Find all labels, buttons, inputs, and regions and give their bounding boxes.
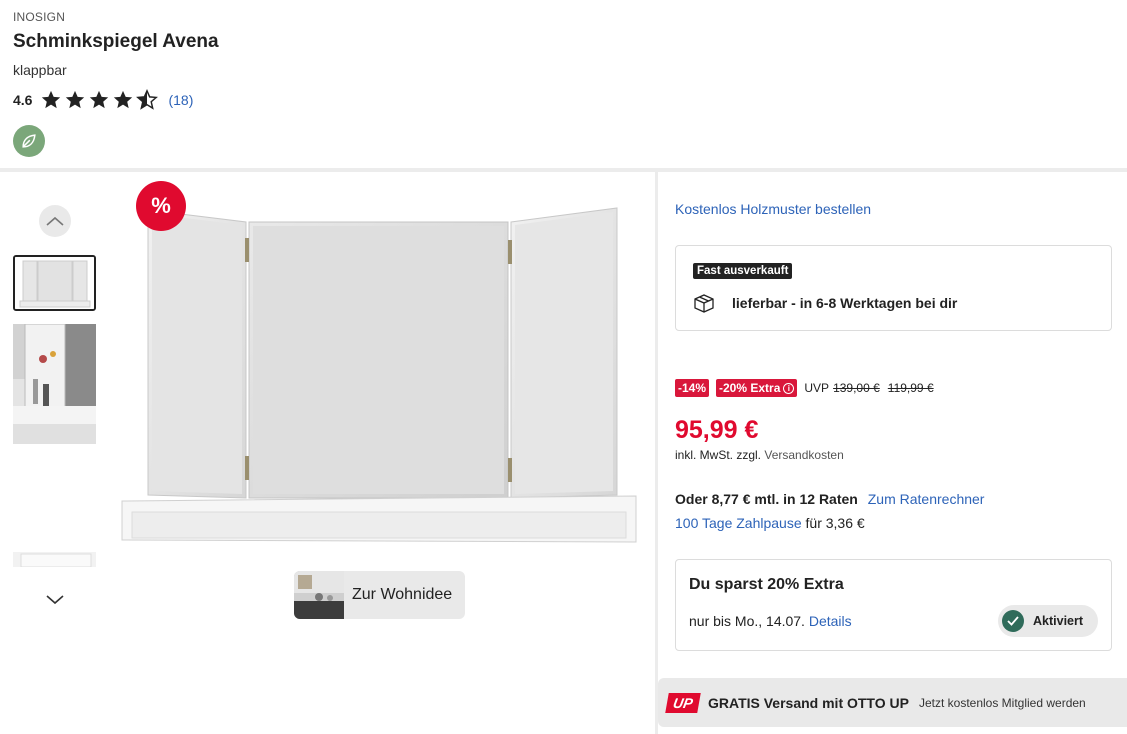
savings-until: nur bis Mo., 14.07. Details bbox=[689, 613, 852, 629]
current-price: 95,99 € bbox=[675, 416, 759, 444]
otto-up-subtext: Jetzt kostenlos Mitglied werden bbox=[918, 695, 1086, 710]
extra-discount-label: -20% Extra bbox=[719, 381, 781, 395]
star-full-icon bbox=[66, 90, 85, 109]
payment-pause-text: für 3,36 € bbox=[805, 515, 865, 531]
brand-name[interactable]: INOSIGN bbox=[13, 10, 219, 24]
availability-tag: Fast ausverkauft bbox=[693, 263, 793, 279]
leaf-icon bbox=[22, 134, 36, 148]
room-scene-thumbnail-image bbox=[13, 324, 96, 444]
info-icon[interactable]: i bbox=[783, 382, 795, 394]
wohnidee-label: Zur Wohnidee bbox=[352, 586, 453, 603]
rating-row: 4.6 (18) bbox=[13, 89, 219, 111]
thumbnail-scroll-down-button[interactable] bbox=[39, 584, 71, 616]
otto-up-banner[interactable]: UP GRATIS Versand mit OTTO UP Jetzt kost… bbox=[658, 678, 1127, 727]
payment-pause-link[interactable]: 100 Tage Zahlpause bbox=[675, 515, 802, 531]
sustainability-badge[interactable] bbox=[13, 125, 45, 157]
star-full-icon bbox=[90, 90, 109, 109]
uvp-label: UVP bbox=[804, 381, 830, 395]
check-icon bbox=[1002, 610, 1024, 632]
product-title: Schminkspiegel Avena bbox=[13, 31, 219, 52]
thumbnail-room-scene[interactable] bbox=[13, 324, 96, 444]
delivery-text: lieferbar - in 6-8 Werktagen bei dir bbox=[732, 295, 958, 311]
thumbnail-mirror-front[interactable] bbox=[13, 255, 96, 311]
installment-text: Oder 8,77 € mtl. in 12 Raten bbox=[675, 491, 858, 507]
partial-thumbnail-image bbox=[20, 553, 92, 567]
star-full-icon bbox=[114, 90, 133, 109]
savings-activated-toggle[interactable]: Aktiviert bbox=[998, 605, 1098, 637]
product-subtitle: klappbar bbox=[13, 62, 67, 78]
wohnidee-button[interactable]: Zur Wohnidee bbox=[294, 571, 465, 619]
installment-calculator-link[interactable]: Zum Ratenrechner bbox=[868, 491, 985, 507]
rating-count-link[interactable]: (18) bbox=[168, 92, 193, 108]
delivery-info: lieferbar - in 6-8 Werktagen bei dir bbox=[693, 293, 957, 313]
section-divider bbox=[0, 168, 1127, 172]
savings-details-link[interactable]: Details bbox=[809, 613, 852, 629]
package-icon bbox=[694, 294, 714, 313]
availability-box: Fast ausverkauft lieferbar - in 6-8 Werk… bbox=[675, 245, 1112, 331]
holzmuster-link[interactable]: Kostenlos Holzmuster bestellen bbox=[675, 201, 871, 217]
extra-discount-tag[interactable]: -20% Extra i bbox=[716, 379, 798, 397]
star-half-icon bbox=[136, 89, 159, 110]
otto-up-text: GRATIS Versand mit OTTO UP bbox=[708, 694, 909, 711]
savings-title: Du sparst 20% Extra bbox=[689, 576, 844, 593]
chevron-up-icon bbox=[46, 216, 64, 226]
shipping-costs-link[interactable]: Versandkosten bbox=[764, 448, 843, 462]
rating-value: 4.6 bbox=[13, 92, 33, 108]
column-divider bbox=[655, 172, 658, 734]
vat-info: inkl. MwSt. zzgl. Versandkosten bbox=[675, 448, 844, 462]
price-tags: -14% -20% Extra i UVP 139,00 € 119,99 € bbox=[675, 379, 942, 397]
savings-box: Du sparst 20% Extra nur bis Mo., 14.07. … bbox=[675, 559, 1112, 651]
thumbnail-scroll-up-button[interactable] bbox=[39, 205, 71, 237]
chevron-down-icon bbox=[46, 595, 64, 605]
vat-text: inkl. MwSt. zzgl. bbox=[675, 448, 762, 462]
otto-up-logo: UP bbox=[665, 692, 701, 713]
payment-pause-info: 100 Tage Zahlpause für 3,36 € bbox=[675, 515, 865, 531]
star-full-icon bbox=[42, 90, 61, 109]
thumbnail-partial[interactable] bbox=[13, 552, 96, 567]
mirror-product-image bbox=[118, 178, 640, 548]
product-header: INOSIGN Schminkspiegel Avena klappbar 4.… bbox=[13, 10, 219, 111]
savings-status-label: Aktiviert bbox=[1033, 614, 1084, 628]
old-price: 119,99 € bbox=[887, 381, 934, 395]
wohnidee-thumbnail-image bbox=[294, 571, 344, 619]
discount-tag: -14% bbox=[675, 379, 710, 397]
mirror-thumbnail-image bbox=[15, 257, 94, 309]
savings-until-text: nur bis Mo., 14.07. bbox=[689, 613, 805, 629]
sale-badge: % bbox=[136, 181, 186, 231]
installment-info: Oder 8,77 € mtl. in 12 Raten Zum Ratenre… bbox=[675, 491, 984, 507]
rating-stars[interactable] bbox=[40, 89, 159, 111]
uvp-price: 139,00 € bbox=[833, 381, 880, 395]
main-product-image[interactable] bbox=[118, 178, 640, 548]
